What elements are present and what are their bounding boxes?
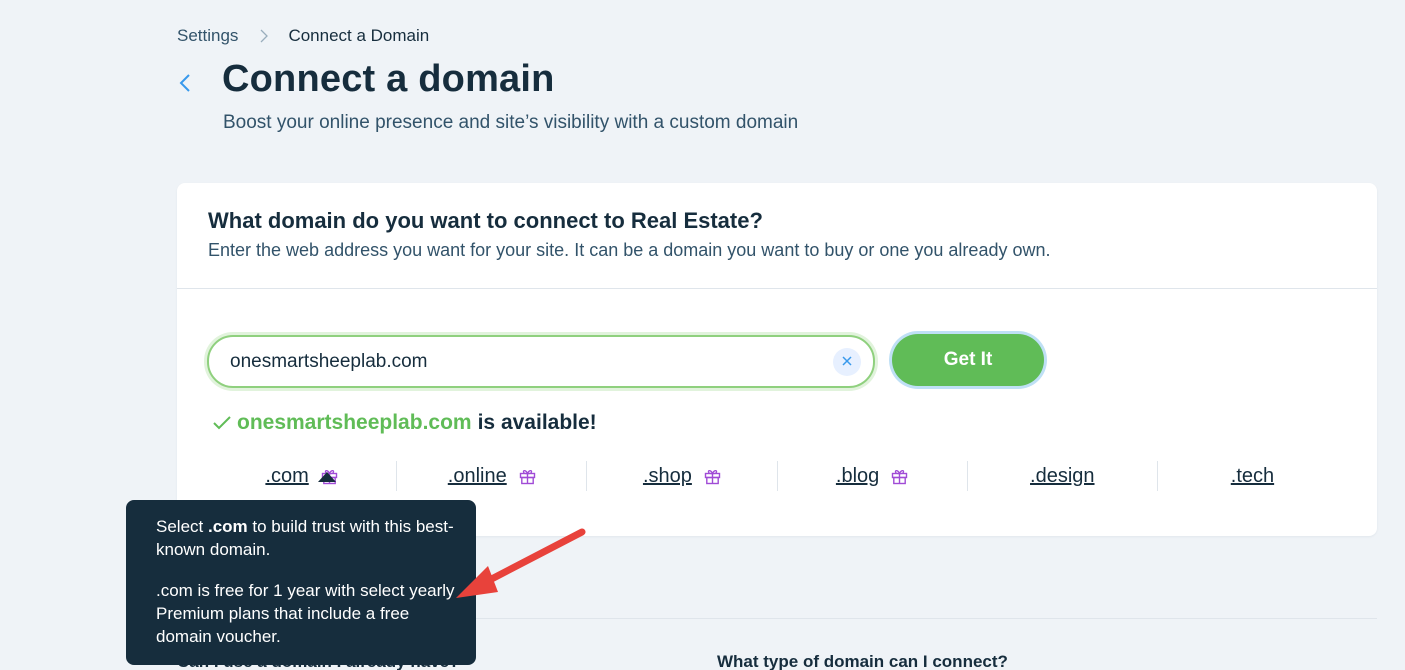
chevron-left-icon bbox=[179, 73, 191, 98]
back-button[interactable] bbox=[172, 72, 198, 98]
tld-item-design: .design bbox=[968, 461, 1158, 491]
tld-item-online: .online bbox=[397, 461, 588, 491]
clear-input-button[interactable] bbox=[833, 348, 861, 376]
tld-suggestions: .com .online .shop .blog .design .tech bbox=[207, 461, 1347, 491]
tld-item-tech: .tech bbox=[1158, 461, 1347, 491]
breadcrumb-settings-link[interactable]: Settings bbox=[177, 26, 238, 46]
page-subtitle: Boost your online presence and site’s vi… bbox=[223, 112, 799, 133]
card-description: Enter the web address you want for your … bbox=[208, 240, 1051, 260]
tld-link-tech[interactable]: .tech bbox=[1231, 465, 1274, 488]
tld-item-com: .com bbox=[207, 461, 398, 491]
availability-status: is available! bbox=[477, 411, 597, 434]
tld-item-blog: .blog bbox=[778, 461, 968, 491]
annotation-arrow-icon bbox=[440, 520, 600, 615]
availability-message: onesmartsheeplab.com is available! bbox=[213, 411, 597, 435]
tooltip-line-2: .com is free for 1 year with select year… bbox=[156, 581, 455, 646]
gift-icon bbox=[704, 468, 721, 485]
tooltip-line-1: Select .com to build trust with this bes… bbox=[156, 517, 454, 559]
tld-link-design[interactable]: .design bbox=[1030, 465, 1095, 488]
breadcrumb: Settings Connect a Domain bbox=[177, 26, 429, 46]
available-domain-name: onesmartsheeplab.com bbox=[237, 411, 472, 434]
domain-search-input[interactable] bbox=[228, 349, 812, 374]
tld-link-blog[interactable]: .blog bbox=[836, 465, 879, 488]
card-divider bbox=[177, 288, 1377, 289]
page-title: Connect a domain bbox=[222, 58, 555, 100]
tooltip-pointer bbox=[318, 472, 336, 482]
tld-link-com[interactable]: .com bbox=[265, 465, 308, 488]
tld-item-shop: .shop bbox=[587, 461, 778, 491]
breadcrumb-current: Connect a Domain bbox=[288, 26, 430, 45]
tooltip-bold-tld: .com bbox=[207, 517, 248, 536]
gift-icon bbox=[891, 468, 908, 485]
connect-domain-page: Settings Connect a Domain Connect a doma… bbox=[0, 0, 1405, 670]
com-info-tooltip: Select .com to build trust with this bes… bbox=[126, 500, 476, 665]
chevron-right-icon bbox=[260, 29, 269, 43]
tld-link-online[interactable]: .online bbox=[448, 465, 507, 488]
tld-link-shop[interactable]: .shop bbox=[643, 465, 692, 488]
close-icon bbox=[842, 353, 852, 371]
domain-search-field bbox=[207, 335, 875, 388]
checkmark-icon bbox=[213, 416, 231, 430]
card-title: What domain do you want to connect to Re… bbox=[208, 208, 763, 233]
get-it-button[interactable]: Get It bbox=[892, 334, 1044, 386]
faq-question-domain-types[interactable]: What type of domain can I connect? bbox=[717, 652, 1008, 670]
domain-search-card: What domain do you want to connect to Re… bbox=[177, 183, 1377, 536]
gift-icon bbox=[519, 468, 536, 485]
